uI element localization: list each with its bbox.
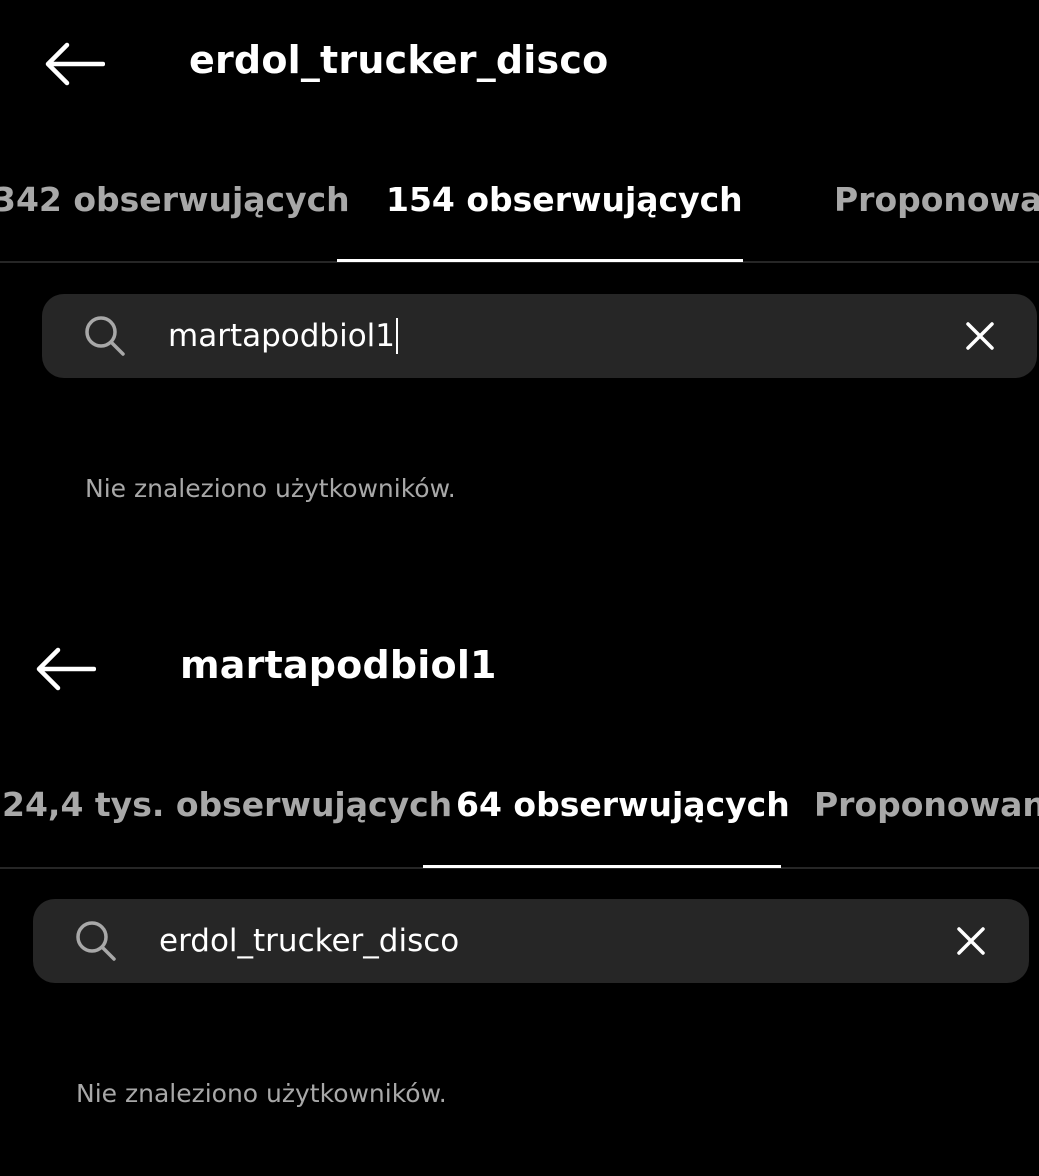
search-query: martapodbiol1 bbox=[168, 318, 396, 354]
tab-followers[interactable]: 24,4 tys. obserwujących bbox=[2, 785, 452, 824]
empty-state-message: Nie znaleziono użytkowników. bbox=[76, 1079, 447, 1108]
arrow-left-icon bbox=[36, 647, 96, 691]
screenshot-panel-top: erdol_trucker_disco 342 obserwujących 15… bbox=[0, 0, 1039, 605]
close-icon[interactable] bbox=[951, 921, 991, 961]
search-icon bbox=[76, 921, 116, 961]
arrow-left-icon bbox=[45, 42, 105, 86]
text-cursor bbox=[396, 317, 399, 354]
tab-following[interactable]: 154 obserwujących bbox=[386, 180, 743, 219]
tab-followers[interactable]: 342 obserwujących bbox=[0, 180, 350, 219]
back-button[interactable] bbox=[38, 36, 110, 92]
tab-suggested[interactable]: Proponowan bbox=[834, 180, 1039, 219]
empty-state-message: Nie znaleziono użytkowników. bbox=[85, 474, 456, 503]
search-input[interactable]: erdol_trucker_disco bbox=[33, 899, 1029, 983]
back-button[interactable] bbox=[29, 641, 101, 697]
page-title: martapodbiol1 bbox=[180, 643, 497, 687]
tab-suggested[interactable]: Proponowane bbox=[814, 785, 1039, 824]
search-input[interactable]: martapodbiol1 bbox=[42, 294, 1037, 378]
close-icon[interactable] bbox=[960, 316, 1000, 356]
active-tab-indicator bbox=[423, 865, 781, 868]
search-value[interactable]: erdol_trucker_disco bbox=[159, 919, 459, 963]
search-value[interactable]: martapodbiol1 bbox=[168, 314, 399, 358]
tab-following[interactable]: 64 obserwujących bbox=[456, 785, 790, 824]
active-tab-indicator bbox=[337, 259, 743, 262]
search-icon bbox=[85, 316, 125, 356]
screenshot-panel-bottom: martapodbiol1 24,4 tys. obserwujących 64… bbox=[0, 605, 1039, 1176]
page-title: erdol_trucker_disco bbox=[189, 38, 609, 82]
search-query: erdol_trucker_disco bbox=[159, 923, 460, 959]
